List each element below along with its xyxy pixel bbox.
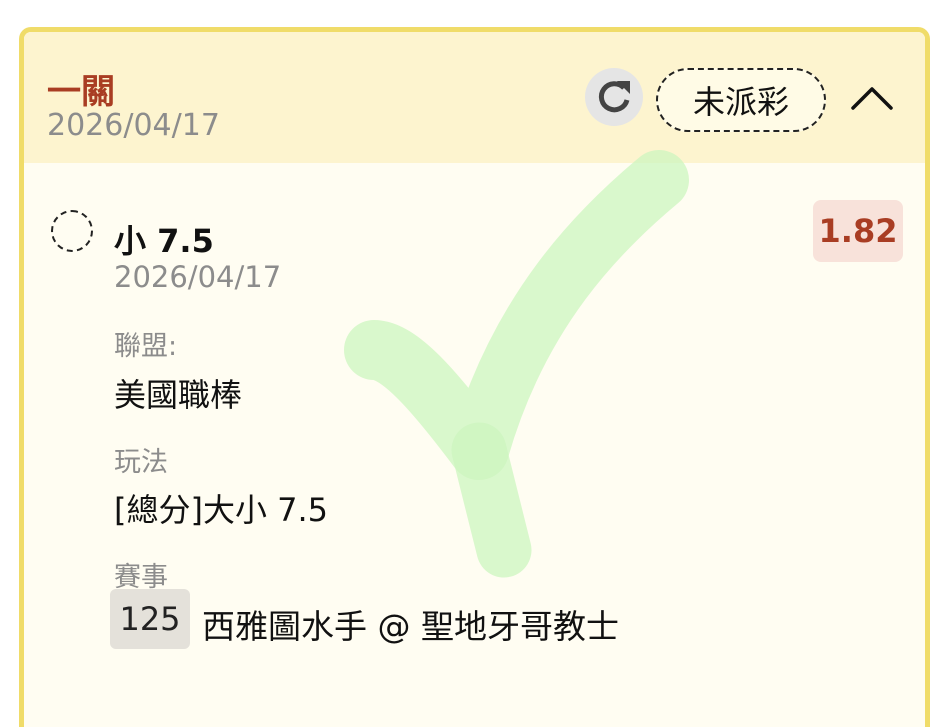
check-icon bbox=[344, 150, 689, 578]
bet-slip-header[interactable]: 一關 2026/04/17 未派彩 bbox=[24, 32, 925, 163]
chevron-up-icon bbox=[851, 87, 893, 110]
payout-status-badge: 未派彩 bbox=[656, 68, 826, 132]
event-teams: 西雅圖水手 @ 聖地牙哥教士 bbox=[202, 607, 619, 646]
selection-checkbox[interactable] bbox=[51, 210, 93, 252]
selection-date: 2026/04/17 bbox=[114, 260, 282, 294]
bet-slip-card: 一關 2026/04/17 未派彩 小 7.5 2026/04/17 1.82 … bbox=[19, 27, 930, 727]
league-value: 美國職棒 bbox=[114, 376, 243, 414]
selection-name: 小 7.5 bbox=[114, 222, 214, 260]
play-value: [總分]大小 7.5 bbox=[114, 491, 329, 529]
header-date: 2026/04/17 bbox=[47, 108, 220, 143]
odds-badge: 1.82 bbox=[813, 200, 903, 262]
event-number-badge: 125 bbox=[110, 589, 190, 649]
bet-type-title: 一關 bbox=[47, 72, 115, 112]
league-label: 聯盟: bbox=[114, 331, 178, 362]
refresh-icon bbox=[598, 81, 630, 113]
collapse-button[interactable] bbox=[844, 70, 900, 126]
refresh-button[interactable] bbox=[585, 68, 643, 126]
play-label: 玩法 bbox=[114, 447, 168, 478]
